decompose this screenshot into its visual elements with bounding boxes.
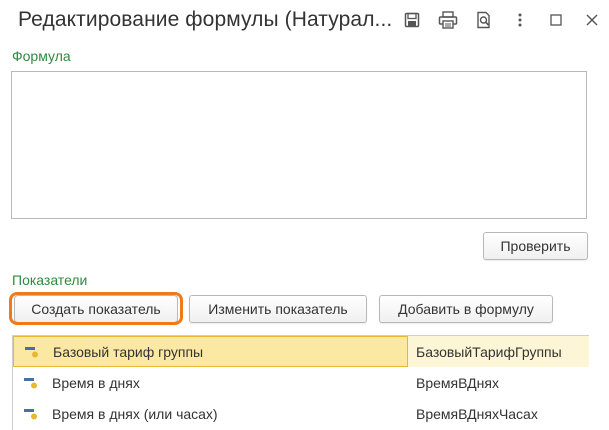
table-row[interactable]: Базовый тариф группы БазовыйТарифГруппы [13, 336, 589, 367]
indicator-icon [25, 346, 38, 357]
indicators-label: Показатели [12, 272, 88, 288]
formula-input[interactable] [11, 71, 587, 219]
table-row[interactable]: Время в днях ВремяВДнях [13, 367, 589, 398]
more-icon[interactable] [509, 9, 531, 31]
close-icon[interactable] [581, 9, 603, 31]
print-icon[interactable] [437, 9, 459, 31]
check-button[interactable]: Проверить [483, 232, 588, 260]
indicator-name: Базовый тариф группы [53, 343, 204, 360]
print-preview-icon[interactable] [473, 9, 495, 31]
add-to-formula-button[interactable]: Добавить в формулу [379, 295, 553, 323]
name-cell: Время в днях [13, 367, 408, 398]
id-cell: ВремяВДняхЧасах [408, 398, 589, 429]
indicator-name: Время в днях (или часах) [52, 405, 218, 422]
table-row[interactable]: Время в днях (или часах) ВремяВДняхЧасах [13, 398, 589, 429]
id-cell: ВремяВДнях [408, 367, 589, 398]
name-cell: Базовый тариф группы [13, 336, 408, 367]
save-icon[interactable] [401, 9, 423, 31]
window-titlebar: Редактирование формулы (Натурал... [0, 0, 609, 44]
indicator-icon [24, 408, 37, 419]
indicator-icon [24, 377, 37, 388]
edit-indicator-button[interactable]: Изменить показатель [189, 295, 367, 323]
indicators-table: Базовый тариф группы БазовыйТарифГруппы … [12, 335, 589, 430]
id-cell: БазовыйТарифГруппы [408, 336, 589, 367]
indicator-id: БазовыйТарифГруппы [416, 343, 562, 360]
create-indicator-button[interactable]: Создать показатель [14, 295, 178, 323]
indicator-name: Время в днях [52, 374, 140, 391]
indicator-id: ВремяВДнях [416, 374, 499, 391]
indicator-id: ВремяВДняхЧасах [416, 405, 538, 422]
window-title: Редактирование формулы (Натурал... [18, 8, 393, 31]
formula-label: Формула [12, 48, 71, 64]
minimize-icon[interactable] [545, 9, 567, 31]
titlebar-actions [387, 9, 603, 31]
name-cell: Время в днях (или часах) [13, 398, 408, 429]
